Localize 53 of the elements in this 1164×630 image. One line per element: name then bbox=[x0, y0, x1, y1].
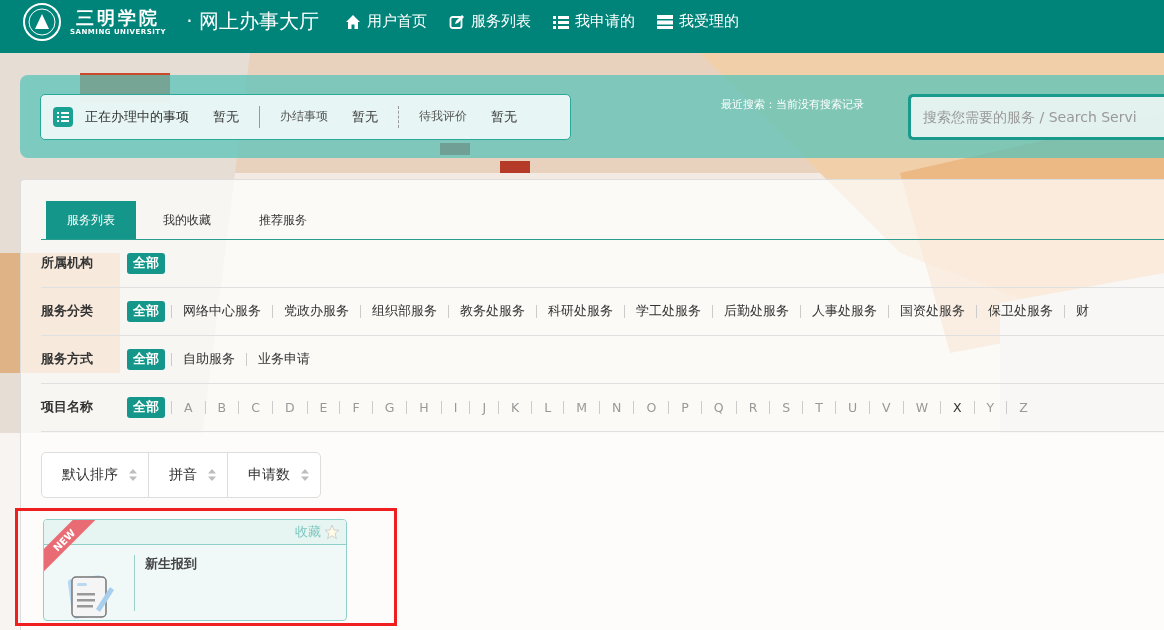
filter-option[interactable]: X bbox=[947, 400, 968, 415]
status-label[interactable]: 正在办理中的事项 bbox=[85, 107, 189, 126]
university-name: 三明学院 bbox=[76, 7, 161, 28]
tab[interactable]: 服务列表 bbox=[46, 201, 136, 239]
tab[interactable]: 推荐服务 bbox=[238, 201, 328, 239]
filter-label: 服务方式 bbox=[41, 351, 94, 368]
nav-link[interactable]: 服务列表 bbox=[448, 12, 531, 31]
status-value: 暂无 bbox=[491, 107, 517, 126]
filter-option[interactable]: 全部 bbox=[127, 397, 165, 418]
filter-label: 项目名称 bbox=[41, 399, 94, 416]
tab[interactable]: 我的收藏 bbox=[142, 201, 232, 239]
filter-option[interactable]: 党政办服务 bbox=[279, 303, 354, 320]
home-icon bbox=[344, 13, 361, 30]
filter-label: 服务分类 bbox=[41, 303, 94, 320]
recent-search-text: 最近搜索：当前没有搜索记录 bbox=[721, 97, 865, 112]
star-icon[interactable] bbox=[324, 524, 340, 540]
filter-option[interactable]: 自助服务 bbox=[178, 351, 240, 368]
status-value: 暂无 bbox=[352, 107, 378, 126]
filter-option[interactable]: 国资处服务 bbox=[895, 303, 970, 320]
filter-option[interactable]: 网络中心服务 bbox=[178, 303, 266, 320]
server-icon bbox=[656, 13, 673, 30]
sort-icon bbox=[128, 468, 138, 482]
filter-option[interactable]: 全部 bbox=[127, 349, 165, 370]
filter-option[interactable]: 全部 bbox=[127, 301, 165, 322]
edit-icon bbox=[448, 13, 465, 30]
status-label[interactable]: 办结事项 bbox=[280, 108, 328, 125]
filter-option[interactable]: 人事处服务 bbox=[807, 303, 882, 320]
university-emblem-icon bbox=[22, 1, 62, 42]
list-icon bbox=[53, 106, 73, 127]
sort-button[interactable]: 申请数 bbox=[227, 453, 320, 497]
filter-option[interactable]: 科研处服务 bbox=[543, 303, 618, 320]
nav-link[interactable]: 我申请的 bbox=[552, 12, 635, 31]
filter-option[interactable]: 保卫处服务 bbox=[983, 303, 1058, 320]
status-value: 暂无 bbox=[213, 107, 239, 126]
search-field[interactable]: 搜索您需要的服务 / Search Servi bbox=[908, 93, 1164, 140]
sort-button[interactable]: 拼音 bbox=[148, 453, 227, 497]
filter-option[interactable]: 组织部服务 bbox=[367, 303, 442, 320]
filter-option[interactable]: 财 bbox=[1071, 303, 1094, 320]
filter-option[interactable]: 学工处服务 bbox=[631, 303, 706, 320]
filter-option[interactable]: 后勤处服务 bbox=[719, 303, 794, 320]
filter-label: 所属机构 bbox=[41, 255, 94, 272]
filter-option[interactable]: 全部 bbox=[127, 253, 165, 274]
nav-link[interactable]: 用户首页 bbox=[344, 12, 427, 31]
sort-icon bbox=[300, 468, 310, 482]
sort-button[interactable]: 默认排序 bbox=[42, 453, 148, 497]
service-title[interactable]: 新生报到 bbox=[145, 555, 197, 573]
status-label[interactable]: 待我评价 bbox=[419, 108, 467, 125]
nav-link[interactable]: 我受理的 bbox=[656, 12, 739, 31]
list-icon bbox=[552, 13, 569, 30]
sort-icon bbox=[207, 468, 217, 482]
filter-option[interactable]: 业务申请 bbox=[253, 351, 315, 368]
filter-option[interactable]: 教务处服务 bbox=[455, 303, 530, 320]
site-title: · 网上办事大厅 bbox=[186, 8, 319, 35]
